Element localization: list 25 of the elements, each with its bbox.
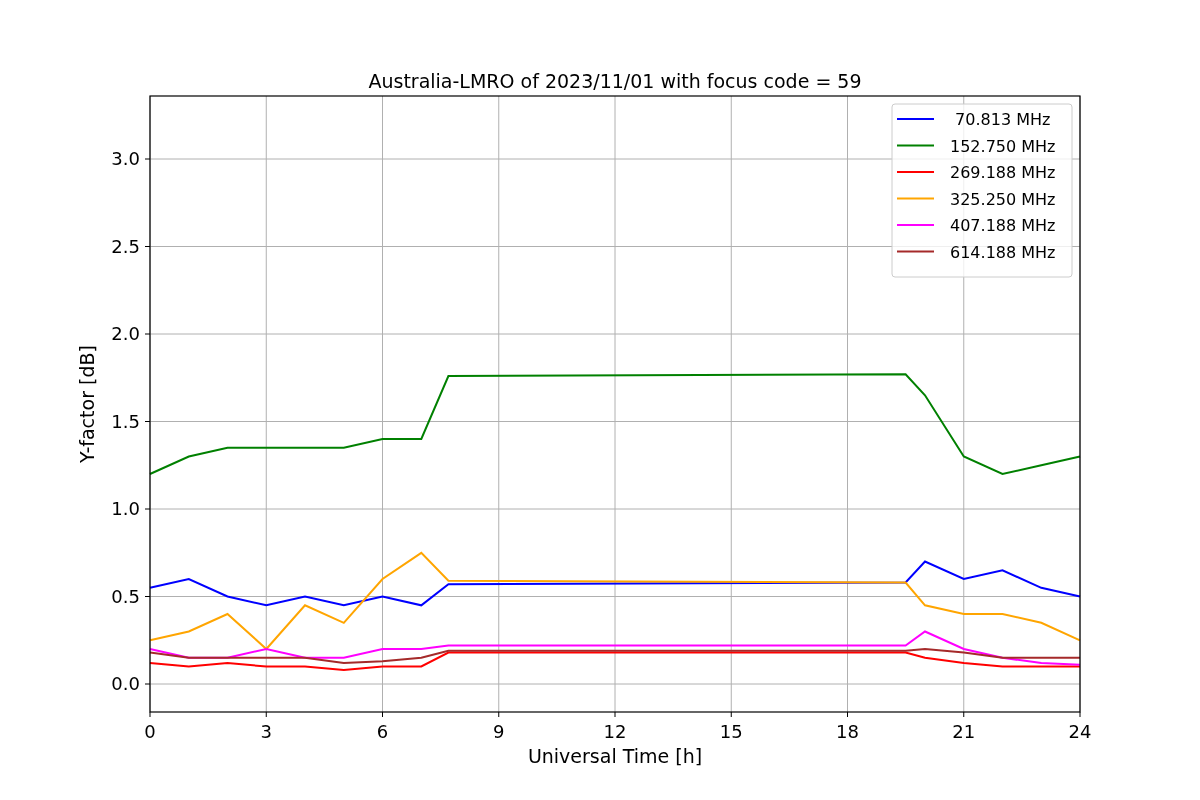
legend-label: 269.188 MHz [950, 163, 1056, 182]
chart-title: Australia-LMRO of 2023/11/01 with focus code = 59 [368, 70, 862, 92]
x-tick-label: 6 [376, 721, 389, 742]
y-tick-label: 2.5 [111, 235, 140, 257]
x-tick-label: 12 [603, 721, 627, 742]
x-axis-label: Universal Time [h] [527, 745, 703, 767]
y-tick-label: 1.5 [111, 410, 140, 432]
x-tick-label: 0 [144, 721, 156, 742]
y-tick-label: 0.5 [111, 585, 140, 607]
legend-label: 407.188 MHz [950, 216, 1056, 235]
x-tick-label: 9 [493, 721, 505, 742]
x-tick-label: 18 [836, 721, 859, 742]
legend-label: 152.750 MHz [950, 136, 1056, 156]
x-tick-label: 15 [719, 721, 743, 742]
x-tick-label: 24 [1068, 721, 1092, 742]
x-tick-label: 21 [952, 721, 976, 742]
legend-label: 70.813 MHz [955, 110, 1051, 129]
y-axis-label: Y-factor [dB] [76, 345, 98, 463]
legend-label: 325.250 MHz [950, 189, 1056, 209]
y-tick-label: 3.0 [111, 148, 140, 169]
y-tick-label: 1.0 [111, 498, 140, 519]
legend-label: 614.188 MHz [950, 242, 1056, 262]
y-tick-label: 0.0 [111, 673, 140, 694]
y-tick-label: 2.0 [111, 323, 140, 344]
x-tick-label: 3 [260, 721, 272, 742]
